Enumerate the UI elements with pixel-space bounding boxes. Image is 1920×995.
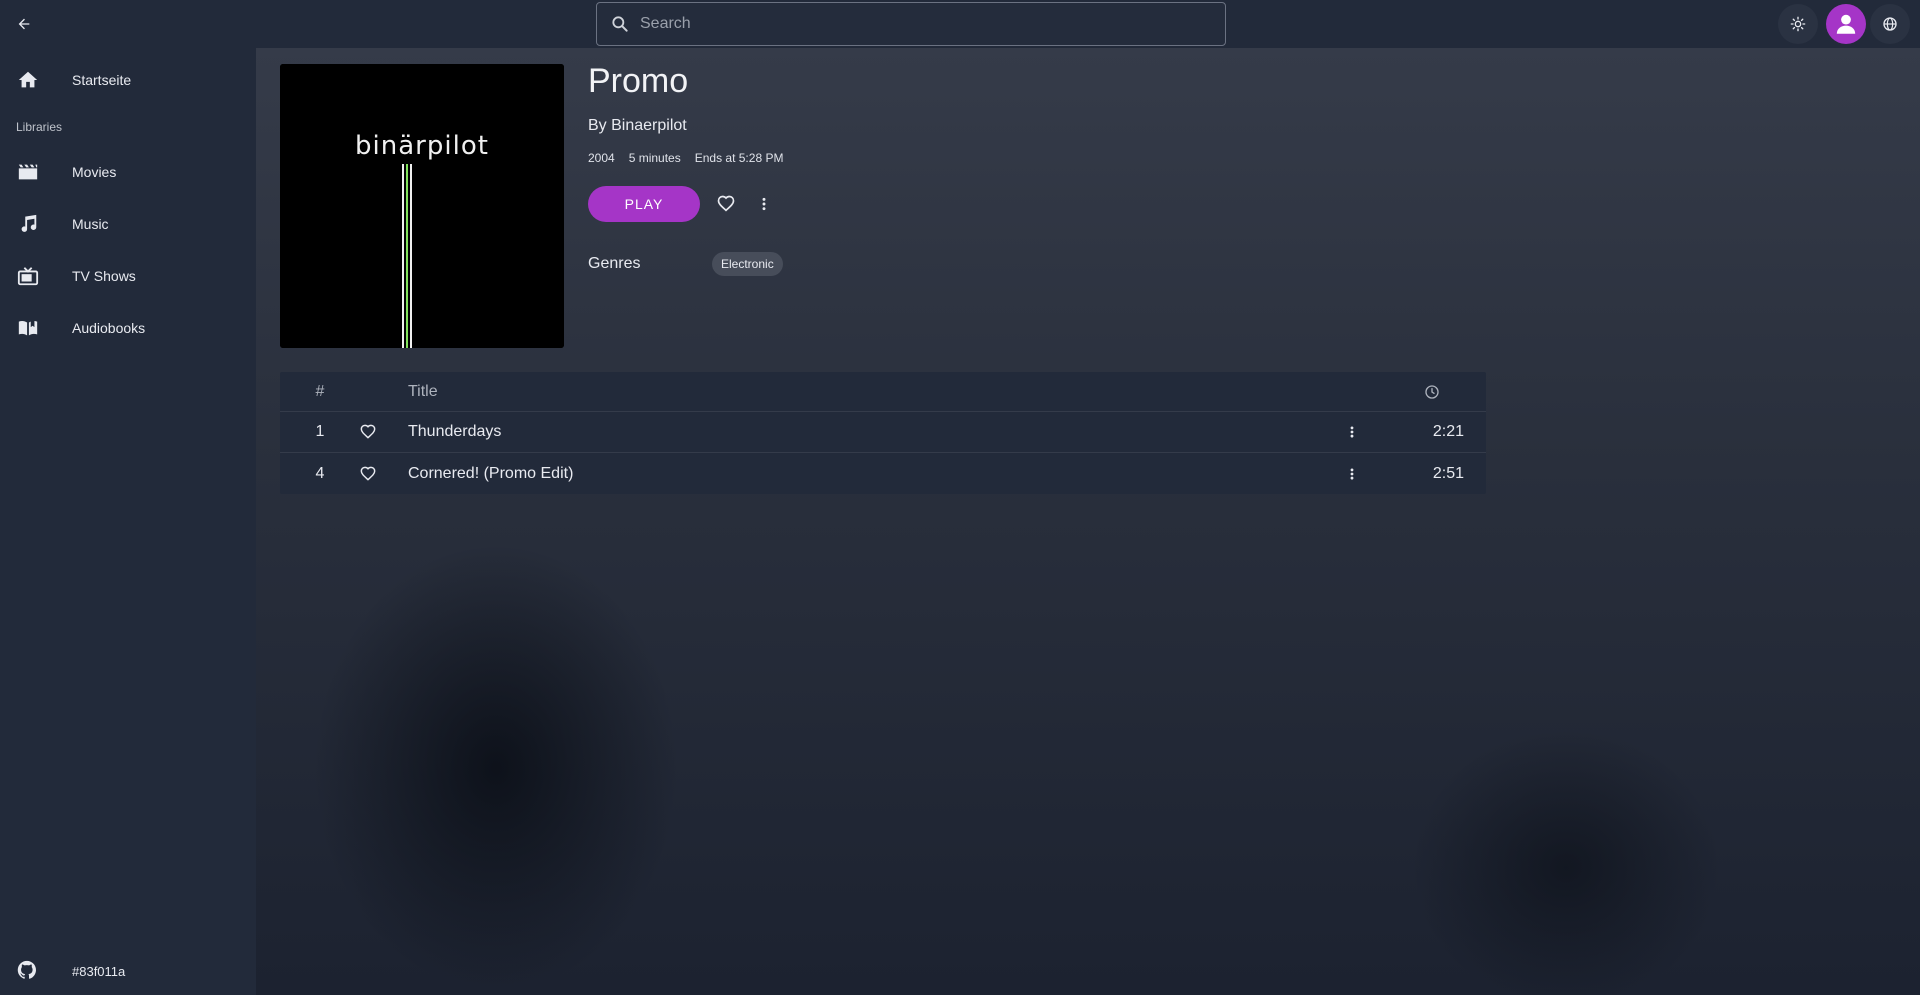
track-favorite-button[interactable]: [357, 421, 379, 443]
album-meta: 2004 5 minutes Ends at 5:28 PM: [588, 151, 783, 165]
sidebar-footer-version-link[interactable]: #83f011a: [0, 951, 256, 991]
sidebar-item-tv-shows[interactable]: TV Shows: [0, 253, 256, 299]
clock-icon: [1424, 384, 1440, 400]
track-more-button[interactable]: [1342, 420, 1362, 444]
column-header-number: #: [315, 382, 325, 400]
user-icon: [1836, 14, 1856, 34]
theme-toggle-button[interactable]: [1778, 4, 1818, 44]
heart-outline-icon: [360, 466, 376, 481]
sidebar-item-audiobooks[interactable]: Audiobooks: [0, 305, 256, 351]
more-options-button[interactable]: [750, 190, 778, 218]
version-label: #83f011a: [72, 963, 126, 979]
album-cover: binärpilot: [280, 64, 564, 348]
arrow-left-icon: [18, 18, 30, 30]
more-vertical-icon: [762, 197, 766, 211]
album-cover-art: binärpilot: [280, 64, 564, 348]
home-icon: [16, 68, 40, 92]
track-duration: 2:21: [1432, 423, 1464, 440]
genre-chip[interactable]: Electronic: [712, 252, 783, 276]
track-number: 1: [315, 423, 325, 440]
search-input[interactable]: [640, 15, 1225, 33]
genres-label: Genres: [588, 255, 641, 272]
movie-clapper-icon: [16, 160, 40, 184]
sidebar-item-label: Music: [72, 216, 109, 232]
album-duration: 5 minutes: [628, 151, 681, 165]
sidebar-item-label: TV Shows: [72, 268, 136, 284]
brightness-icon: [1790, 16, 1806, 32]
album-detail-page: binärpilot Promo By Binaerpilot 2004 5 m…: [256, 48, 1920, 995]
github-icon: [16, 959, 40, 983]
user-avatar-button[interactable]: [1826, 4, 1866, 44]
play-button[interactable]: PLAY: [588, 186, 700, 222]
track-favorite-button[interactable]: [357, 463, 379, 485]
globe-icon: [1883, 17, 1897, 31]
more-vertical-icon: [1350, 468, 1354, 479]
sidebar-item-movies[interactable]: Movies: [0, 149, 256, 195]
back-button[interactable]: [10, 10, 38, 38]
music-note-icon: [16, 212, 40, 236]
language-button[interactable]: [1870, 4, 1910, 44]
libraries-section-label: Libraries: [16, 120, 63, 134]
track-title: Thunderdays: [408, 423, 502, 440]
search-icon: [610, 14, 630, 34]
sidebar-item-label: Startseite: [72, 72, 132, 88]
table-row[interactable]: 1 Thunderdays 2:21: [280, 412, 1486, 453]
favorite-button[interactable]: [712, 190, 740, 218]
album-year: 2004: [588, 151, 615, 165]
top-app-bar: [0, 0, 1920, 48]
track-list: # Title 1 Thunderdays 2:21 4 Cornered! (…: [280, 372, 1486, 494]
album-ends-at: Ends at 5:28 PM: [694, 151, 784, 165]
heart-outline-icon: [717, 195, 735, 212]
column-header-title: Title: [408, 382, 438, 400]
table-row[interactable]: 4 Cornered! (Promo Edit) 2:51: [280, 453, 1486, 494]
cover-logo-text: binärpilot: [355, 131, 489, 161]
more-vertical-icon: [1350, 426, 1354, 438]
track-title: Cornered! (Promo Edit): [408, 464, 574, 482]
track-number: 4: [315, 464, 325, 482]
album-artist-link[interactable]: By Binaerpilot: [588, 117, 687, 135]
album-title: Promo: [588, 62, 689, 100]
heart-outline-icon: [360, 424, 376, 439]
book-icon: [16, 316, 40, 340]
sidebar-item-label: Movies: [72, 164, 117, 180]
sidebar-item-home[interactable]: Startseite: [0, 57, 256, 103]
track-list-header: # Title: [280, 372, 1486, 412]
sidebar-item-label: Audiobooks: [72, 320, 146, 336]
track-more-button[interactable]: [1342, 462, 1362, 486]
tv-icon: [16, 264, 40, 288]
sidebar: Startseite Libraries Movies Music TV Sho…: [0, 48, 256, 995]
track-duration: 2:51: [1432, 464, 1464, 482]
search-field[interactable]: [596, 2, 1226, 46]
sidebar-item-music[interactable]: Music: [0, 201, 256, 247]
